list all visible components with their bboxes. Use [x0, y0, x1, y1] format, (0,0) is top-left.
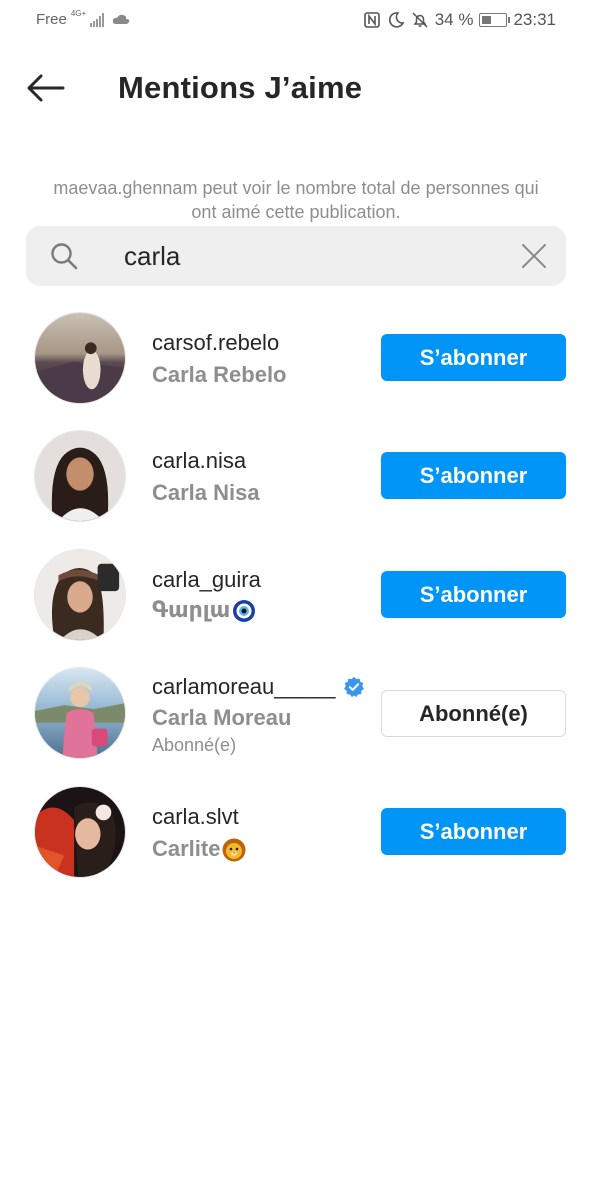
username[interactable]: carla_guira — [152, 567, 261, 593]
close-icon[interactable] — [520, 242, 548, 270]
nfc-icon — [363, 12, 380, 28]
avatar[interactable] — [34, 549, 126, 641]
network-type-label: 4G+ — [70, 9, 87, 18]
clock: 23:31 — [513, 10, 556, 29]
username[interactable]: carla.nisa — [152, 448, 246, 474]
username-row: carlamoreau_____ — [152, 674, 365, 700]
status-bar-left: Free 4G+ — [36, 9, 130, 28]
username-row: carla_guira — [152, 567, 261, 593]
list-item[interactable]: carsof.rebelo Carla Rebelo S’abonner — [0, 308, 592, 408]
search-icon — [51, 243, 78, 270]
full-name: Carla Nisa — [152, 480, 260, 505]
cloud-icon — [112, 14, 130, 24]
lion-face-icon — [222, 838, 246, 862]
page-title: Mentions J’aime — [118, 70, 363, 105]
list-item[interactable]: carlamoreau_____ Carla Moreau Abonné(e) … — [0, 663, 592, 763]
verified-badge-icon — [344, 676, 365, 698]
bell-off-icon — [412, 12, 428, 28]
carrier-label: Free — [36, 11, 67, 28]
nazar-amulet-icon — [233, 600, 256, 623]
username-row: carla.slvt — [152, 804, 239, 830]
follow-button[interactable]: S’abonner — [381, 808, 566, 855]
username-row: carla.nisa — [152, 448, 246, 474]
profile-photo-image — [35, 668, 125, 758]
battery-percent: 34 % — [434, 10, 474, 29]
full-name-text: Carlite — [152, 836, 221, 861]
profile-photo-image — [35, 550, 125, 640]
profile-photo-image — [35, 431, 125, 521]
moon-icon — [388, 12, 405, 28]
back-button[interactable] — [22, 68, 68, 108]
follow-button[interactable]: S’abonner — [381, 452, 566, 499]
full-name-text: Գարլա — [152, 597, 231, 622]
battery-icon — [479, 13, 511, 27]
header: Mentions J’aime — [0, 56, 592, 120]
follow-button[interactable]: S’abonner — [381, 571, 566, 618]
arrow-left-icon — [27, 74, 65, 102]
following-status: Abonné(e) — [152, 735, 237, 755]
profile-photo-image — [35, 787, 125, 877]
username[interactable]: carlamoreau_____ — [152, 674, 335, 700]
full-name: Carlite — [152, 836, 246, 862]
following-button[interactable]: Abonné(e) — [381, 690, 566, 737]
username-row: carsof.rebelo — [152, 330, 279, 356]
follow-button[interactable]: S’abonner — [381, 334, 566, 381]
avatar[interactable] — [34, 312, 126, 404]
full-name: Գարլա — [152, 597, 256, 623]
search-input[interactable] — [124, 236, 504, 276]
list-item[interactable]: carla_guira Գարլա S’abonner — [0, 545, 592, 645]
list-item[interactable]: carla.slvt Carlite S’abonner — [0, 782, 592, 882]
username[interactable]: carla.slvt — [152, 804, 239, 830]
avatar[interactable] — [34, 786, 126, 878]
full-name: Carla Rebelo — [152, 362, 287, 387]
status-bar: Free 4G+ 34 % 23:31 — [0, 0, 592, 42]
list-item[interactable]: carla.nisa Carla Nisa S’abonner — [0, 426, 592, 526]
username[interactable]: carsof.rebelo — [152, 330, 279, 356]
signal-icon — [90, 12, 105, 27]
full-name: Carla Moreau — [152, 705, 292, 730]
search-bar[interactable] — [26, 226, 566, 286]
avatar[interactable] — [34, 430, 126, 522]
profile-photo-image — [35, 313, 125, 403]
status-bar-right: 34 % 23:31 — [363, 10, 556, 30]
likes-visibility-info: maevaa.ghennam peut voir le nombre total… — [53, 178, 539, 222]
avatar[interactable] — [34, 667, 126, 759]
